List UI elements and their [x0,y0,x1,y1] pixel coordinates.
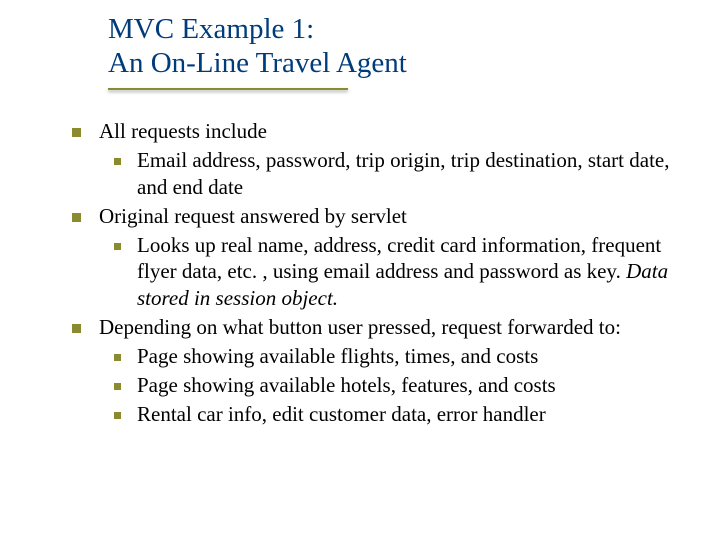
square-bullet-icon [114,354,121,361]
list-item-text: Rental car info, edit customer data, err… [137,401,692,428]
title-underline [108,88,348,90]
slide-title: MVC Example 1: An On-Line Travel Agent [108,12,668,80]
list-item: Depending on what button user pressed, r… [72,314,692,341]
slide-body: All requests include Email address, pass… [72,118,692,430]
list-item: Original request answered by servlet [72,203,692,230]
list-item: Email address, password, trip origin, tr… [114,147,692,201]
list-item-text: Page showing available flights, times, a… [137,343,692,370]
list-item-text: Depending on what button user pressed, r… [99,314,692,341]
list-item-text: Looks up real name, address, credit card… [137,232,692,313]
list-item-text-part: Looks up real name, address, credit card… [137,233,661,284]
square-bullet-icon [114,383,121,390]
list-item: Rental car info, edit customer data, err… [114,401,692,428]
square-bullet-icon [114,243,121,250]
square-bullet-icon [72,324,81,333]
square-bullet-icon [114,158,121,165]
list-item-text: Original request answered by servlet [99,203,692,230]
square-bullet-icon [72,128,81,137]
list-item-text: All requests include [99,118,692,145]
list-item: Page showing available hotels, features,… [114,372,692,399]
slide: MVC Example 1: An On-Line Travel Agent A… [0,0,720,540]
square-bullet-icon [72,213,81,222]
list-item-text: Email address, password, trip origin, tr… [137,147,692,201]
list-item-text: Page showing available hotels, features,… [137,372,692,399]
square-bullet-icon [114,412,121,419]
title-line-1: MVC Example 1: [108,12,668,46]
title-line-2: An On-Line Travel Agent [108,46,668,80]
list-item: Page showing available flights, times, a… [114,343,692,370]
list-item: All requests include [72,118,692,145]
list-item: Looks up real name, address, credit card… [114,232,692,313]
